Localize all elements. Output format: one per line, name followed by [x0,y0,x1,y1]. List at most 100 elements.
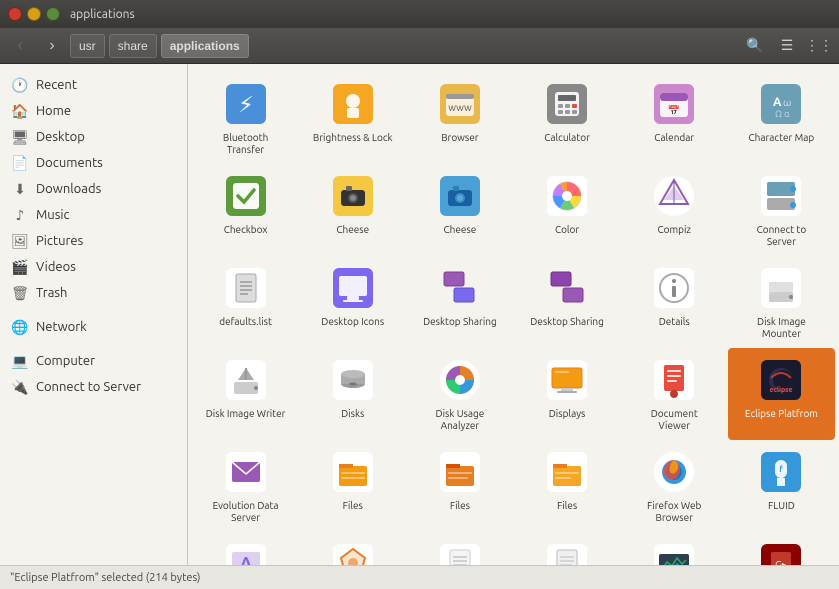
calendar-icon: 📅 [650,80,698,128]
details-icon [650,264,698,312]
recent-icon: 🕐 [12,77,28,93]
character-map-icon: A ω Ω α [757,80,805,128]
app-compiz[interactable]: Compiz [621,164,728,256]
disk-image-mounter-label: Disk Image Mounter [741,316,821,340]
maximize-button[interactable] [46,7,60,21]
cheese-2-icon [436,172,484,220]
app-cheese-1[interactable]: Cheese [299,164,406,256]
app-color[interactable]: Color [513,164,620,256]
app-disks[interactable]: Disks [299,348,406,440]
sidebar-item-pictures[interactable]: 🖼 Pictures [0,228,187,254]
path-usr[interactable]: usr [70,34,105,58]
app-calendar[interactable]: 📅 Calendar [621,72,728,164]
app-desktop-sharing-1[interactable]: Desktop Sharing [406,256,513,348]
sidebar-label-trash: Trash [36,286,67,300]
evolution-icon [222,448,270,496]
sidebar-item-trash[interactable]: 🗑 Trash [0,280,187,306]
app-brightness-lock[interactable]: Brightness & Lock [299,72,406,164]
app-defaults-list[interactable]: defaults.list [192,256,299,348]
sidebar-item-recent[interactable]: 🕐 Recent [0,72,187,98]
desktop-icons-icon [329,264,377,312]
cheese-1-icon [329,172,377,220]
svg-text:G▸: G▸ [776,559,788,565]
app-gedit-1[interactable]: gedit [406,532,513,565]
sidebar-item-network[interactable]: 🌐 Network [0,314,187,340]
desktop-icons-label: Desktop Icons [321,316,384,328]
sidebar-item-connect-to-server[interactable]: 🔌 Connect to Server [0,374,187,400]
app-font-viewer[interactable]: A Font Viewer [192,532,299,565]
app-connect-server[interactable]: Connect to Server [728,164,835,256]
sidebar-label-computer: Computer [36,354,95,368]
grid-button[interactable]: ⋮⋮ [805,32,833,60]
files-1-label: Files [343,500,363,512]
app-checkbox[interactable]: Checkbox [192,164,299,256]
checkbox-icon [222,172,270,220]
forward-button[interactable]: › [38,32,66,60]
app-document-viewer[interactable]: Document Viewer [621,348,728,440]
app-google-drive[interactable]: G▸ Google Drive scope for Unity [728,532,835,565]
back-button[interactable]: ‹ [6,32,34,60]
sidebar-item-videos[interactable]: 🎬 Videos [0,254,187,280]
evolution-label: Evolution Data Server [206,500,286,524]
sidebar-item-documents[interactable]: 📄 Documents [0,150,187,176]
color-label: Color [555,224,579,236]
cheese-2-label: Cheese [444,224,477,236]
details-label: Details [659,316,690,328]
app-gedit-2[interactable]: gedit [513,532,620,565]
svg-text:A: A [239,554,252,565]
app-gazebo[interactable]: Gazebo [299,532,406,565]
path-share[interactable]: share [109,34,157,58]
window-controls[interactable] [8,7,60,21]
titlebar: applications [0,0,839,28]
app-character-map[interactable]: A ω Ω α Character Map [728,72,835,164]
documents-icon: 📄 [12,155,28,171]
character-map-label: Character Map [749,132,815,144]
fluid-icon: f [757,448,805,496]
app-firefox[interactable]: Firefox Web Browser [621,440,728,532]
status-text: "Eclipse Platfrom" selected (214 bytes) [10,572,201,584]
view-button[interactable]: ☰ [773,32,801,60]
sidebar-item-desktop[interactable]: 🖥 Desktop [0,124,187,150]
search-button[interactable]: 🔍 [741,32,769,60]
minimize-button[interactable] [27,7,41,21]
app-bluetooth-transfer[interactable]: ⚡ Bluetooth Transfer [192,72,299,164]
app-files-1[interactable]: Files [299,440,406,532]
cheese-1-label: Cheese [336,224,369,236]
app-files-3[interactable]: Files [513,440,620,532]
app-desktop-icons[interactable]: Desktop Icons [299,256,406,348]
app-disk-image-mounter[interactable]: Disk Image Mounter [728,256,835,348]
defaults-list-label: defaults.list [219,316,272,328]
files-3-label: Files [557,500,577,512]
app-details[interactable]: Details [621,256,728,348]
disk-usage-icon [436,356,484,404]
sidebar-item-downloads[interactable]: ⬇ Downloads [0,176,187,202]
app-disk-image-writer[interactable]: Disk Image Writer [192,348,299,440]
bluetooth-transfer-icon: ⚡ [222,80,270,128]
app-disk-usage[interactable]: Disk Usage Analyzer [406,348,513,440]
app-displays[interactable]: Displays [513,348,620,440]
statusbar: "Eclipse Platfrom" selected (214 bytes) [0,565,839,589]
app-desktop-sharing-2[interactable]: Desktop Sharing [513,256,620,348]
disks-label: Disks [341,408,364,420]
svg-text:📅: 📅 [668,104,680,116]
computer-icon: 💻 [12,353,28,369]
app-gnome-system-monitor[interactable]: GNOME System Monitor [621,532,728,565]
app-browser[interactable]: www Browser [406,72,513,164]
sidebar-item-computer[interactable]: 💻 Computer [0,348,187,374]
app-calculator[interactable]: Calculator [513,72,620,164]
brightness-lock-icon [329,80,377,128]
app-eclipse[interactable]: eclipse Eclipse Platfrom [728,348,835,440]
google-drive-icon: G▸ [757,540,805,565]
compiz-label: Compiz [658,224,691,236]
close-button[interactable] [8,7,22,21]
svg-text:ω: ω [783,97,791,108]
sidebar-item-music[interactable]: ♪ Music [0,202,187,228]
sidebar-item-home[interactable]: 🏠 Home [0,98,187,124]
app-fluid[interactable]: f FLUID [728,440,835,532]
app-cheese-2[interactable]: Cheese [406,164,513,256]
path-applications[interactable]: applications [161,34,249,58]
connect-server-app-label: Connect to Server [741,224,821,248]
app-evolution[interactable]: Evolution Data Server [192,440,299,532]
app-files-2[interactable]: Files [406,440,513,532]
desktop-sharing-2-label: Desktop Sharing [530,316,604,328]
